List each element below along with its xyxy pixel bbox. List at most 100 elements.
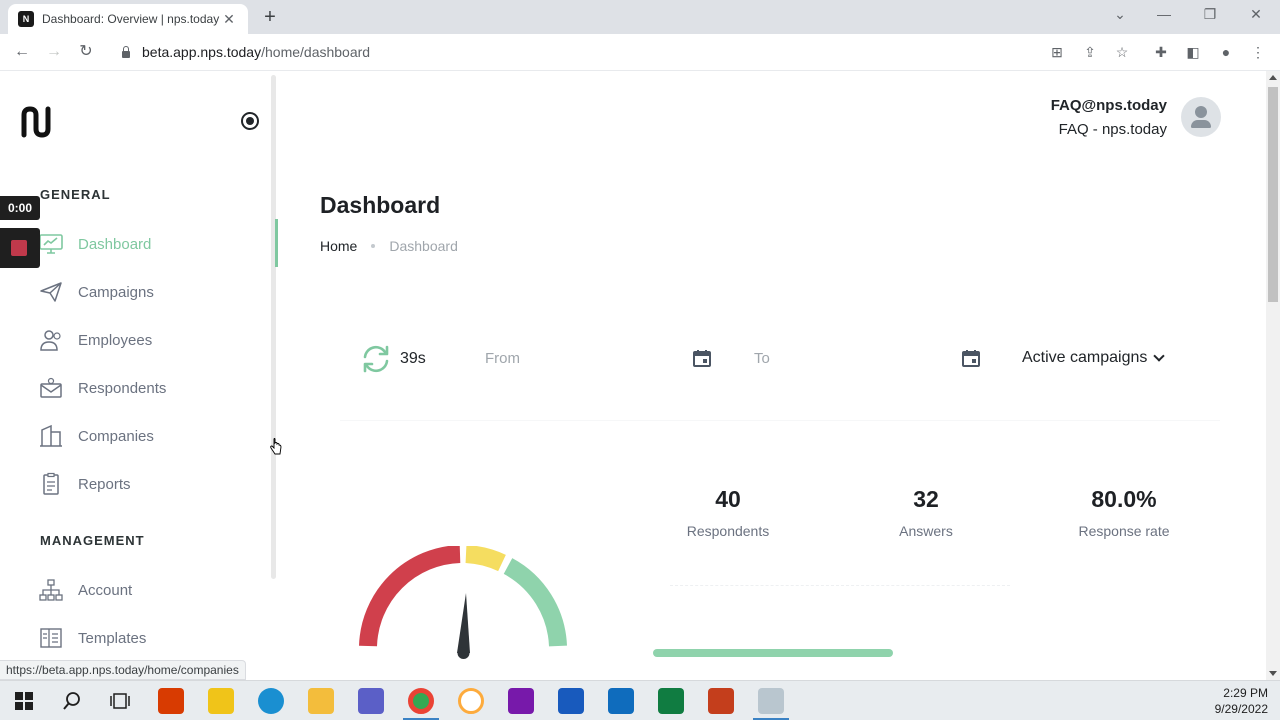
task-view-icon[interactable]	[110, 691, 130, 711]
stat-answers: 32 Answers	[846, 486, 1006, 539]
calendar-icon[interactable]	[961, 348, 981, 368]
gauge-red-segment	[359, 546, 461, 647]
word-icon[interactable]	[558, 688, 584, 714]
browser-tab[interactable]: N Dashboard: Overview | nps.today ✕	[8, 4, 248, 34]
side-panel-icon[interactable]: ◧	[1184, 43, 1202, 61]
response-rate-bar	[653, 649, 893, 657]
reload-icon[interactable]: ↻	[74, 42, 98, 62]
campaign-filter-dropdown[interactable]: Active campaigns	[1022, 349, 1166, 367]
close-tab-icon[interactable]: ✕	[220, 11, 238, 28]
sidebar-item-label: Campaigns	[78, 283, 154, 301]
new-tab-button[interactable]: +	[258, 6, 282, 30]
sidebar-item-templates[interactable]: Templates	[38, 618, 258, 658]
sidebar: GENERAL Dashboard Campaigns Employees Re…	[0, 71, 280, 663]
sidebar-scrollbar[interactable]	[271, 75, 276, 579]
breadcrumb-separator	[371, 244, 376, 248]
hand-cursor-icon	[270, 438, 282, 455]
chevron-down-icon	[1153, 350, 1166, 362]
calendar-icon[interactable]	[692, 348, 712, 368]
gauge-yellow-segment	[465, 546, 506, 572]
sidebar-item-employees[interactable]: Employees	[38, 320, 258, 360]
share-icon[interactable]: ⇪	[1081, 43, 1099, 61]
sidebar-item-label: Dashboard	[78, 235, 152, 253]
sidebar-item-dashboard[interactable]: Dashboard	[38, 224, 258, 264]
user-organization[interactable]: FAQ - nps.today	[1059, 121, 1167, 138]
user-email[interactable]: FAQ@nps.today	[1051, 97, 1167, 114]
file-explorer-icon[interactable]	[308, 688, 334, 714]
gauge-needle-hub	[457, 647, 470, 659]
sidebar-item-reports[interactable]: Reports	[38, 464, 258, 504]
forward-icon[interactable]: →	[42, 42, 66, 62]
minimize-icon[interactable]: —	[1141, 6, 1187, 22]
link-status-bubble: https://beta.app.nps.today/home/companie…	[0, 660, 246, 680]
system-clock[interactable]: 2:29 PM 9/29/2022	[1215, 685, 1268, 717]
sidebar-item-label: Templates	[78, 629, 147, 647]
chrome-icon[interactable]	[408, 688, 434, 714]
profile-icon[interactable]: ●	[1217, 43, 1235, 61]
outlook-icon[interactable]	[608, 688, 634, 714]
monday-icon[interactable]	[458, 688, 484, 714]
back-icon[interactable]: ←	[10, 42, 34, 62]
dashboard-filter-bar: 39s From To Active campaigns	[360, 341, 1200, 379]
lock-icon	[120, 46, 132, 58]
tab-title: Dashboard: Overview | nps.today	[42, 12, 220, 26]
tab-search-icon[interactable]: ⌄	[1097, 6, 1143, 23]
onenote-icon[interactable]	[508, 688, 534, 714]
restore-icon[interactable]: ❐	[1187, 6, 1233, 23]
sidebar-item-label: Companies	[78, 427, 154, 445]
clipboard-icon	[38, 471, 64, 497]
breadcrumb-current: Dashboard	[389, 238, 458, 254]
building-icon	[38, 423, 64, 449]
sidebar-item-campaigns[interactable]: Campaigns	[38, 272, 258, 312]
search-icon[interactable]	[62, 691, 82, 711]
sidebar-item-respondents[interactable]: Respondents	[38, 368, 258, 408]
user-avatar-icon[interactable]	[1181, 97, 1221, 137]
sidebar-item-account[interactable]: Account	[38, 570, 258, 610]
page-title: Dashboard	[320, 192, 441, 218]
clock-date: 9/29/2022	[1214, 702, 1268, 716]
close-window-icon[interactable]: ✕	[1233, 6, 1279, 23]
nps-favicon-icon: N	[18, 11, 34, 27]
page-scrollbar[interactable]	[1266, 71, 1280, 680]
answers-value: 32	[913, 486, 939, 512]
translate-icon[interactable]: ⊞	[1048, 43, 1066, 61]
stat-response-rate: 80.0% Response rate	[1044, 486, 1204, 539]
teams-icon[interactable]	[358, 688, 384, 714]
excel-icon[interactable]	[658, 688, 684, 714]
response-rate-value: 80.0%	[1091, 486, 1157, 512]
monitor-chart-icon	[38, 231, 64, 257]
address-bar[interactable]: beta.app.nps.today/home/dashboard	[110, 38, 1140, 66]
extensions-icon[interactable]: ✚	[1152, 43, 1170, 61]
refresh-icon[interactable]	[360, 343, 392, 375]
powerpoint-icon[interactable]	[708, 688, 734, 714]
breadcrumb-home[interactable]: Home	[320, 238, 357, 254]
nps-logo[interactable]	[20, 105, 52, 139]
office-app-icon[interactable]	[158, 688, 184, 714]
windows-taskbar: 2:29 PM 9/29/2022	[0, 680, 1280, 720]
response-rate-label: Response rate	[1078, 523, 1170, 539]
from-date-field[interactable]: From	[485, 350, 520, 367]
users-icon	[38, 327, 64, 353]
scroll-down-icon[interactable]	[1269, 671, 1277, 676]
sidebar-collapse-toggle[interactable]	[241, 112, 259, 130]
browser-toolbar: ← → ↻ beta.app.nps.today/home/dashboard …	[0, 34, 1280, 71]
url-path: /home/dashboard	[261, 44, 371, 60]
windows-start-icon[interactable]	[15, 692, 33, 710]
to-date-field[interactable]: To	[754, 350, 770, 367]
breadcrumb: Home Dashboard	[320, 238, 458, 254]
scroll-up-icon[interactable]	[1269, 75, 1277, 80]
respondents-label: Respondents	[686, 523, 770, 539]
bookmark-star-icon[interactable]: ☆	[1113, 43, 1131, 61]
sidebar-item-label: Account	[78, 581, 133, 599]
active-item-indicator	[275, 219, 278, 267]
sticky-notes-icon[interactable]	[208, 688, 234, 714]
template-icon	[38, 625, 64, 651]
sidebar-item-companies[interactable]: Companies	[38, 416, 258, 456]
browser-tab-bar: N Dashboard: Overview | nps.today ✕ + ⌄ …	[0, 0, 1280, 34]
edge-browser-icon[interactable]	[258, 688, 284, 714]
browser-menu-icon[interactable]: ⋮	[1249, 43, 1267, 61]
url-host: beta.app.nps.today	[142, 44, 262, 60]
stop-recording-button[interactable]	[0, 228, 40, 268]
scrollbar-thumb[interactable]	[1268, 87, 1278, 302]
screen-recorder-icon[interactable]	[758, 688, 784, 714]
